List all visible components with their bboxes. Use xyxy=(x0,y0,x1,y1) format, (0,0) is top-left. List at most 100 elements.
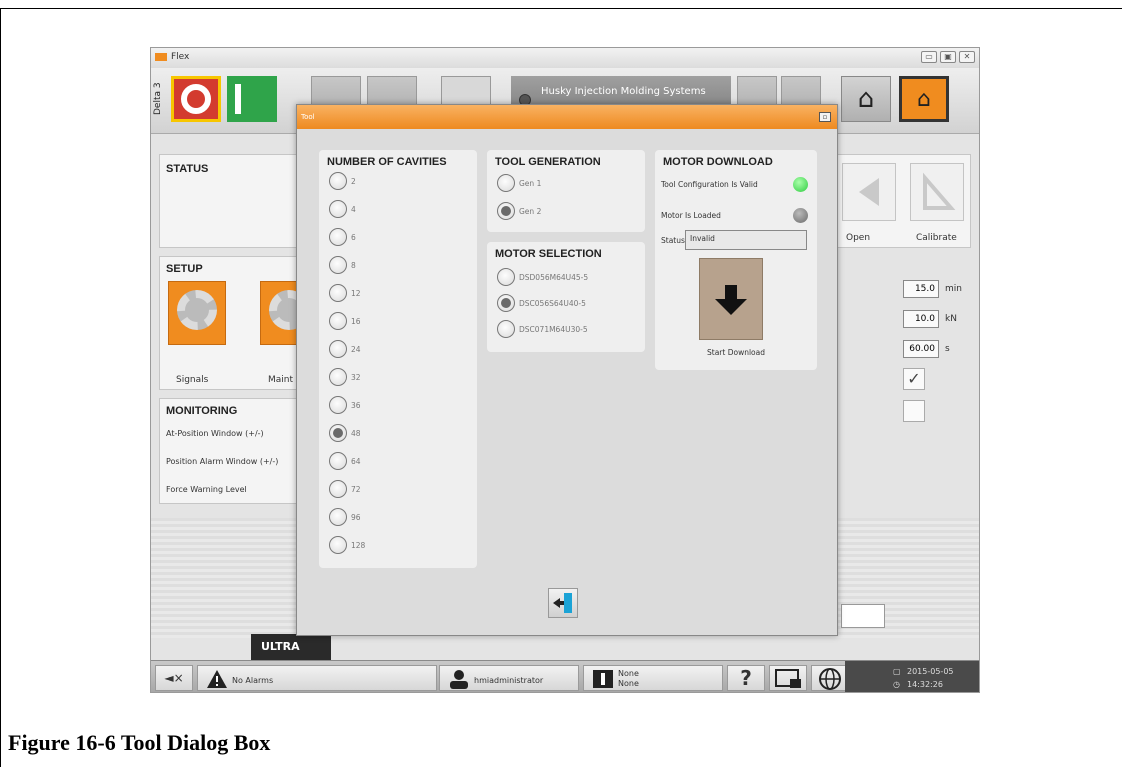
param-unit: kN xyxy=(945,314,957,324)
user-button[interactable]: hmiadministrator xyxy=(439,665,579,691)
radio-option[interactable]: 128 xyxy=(329,536,365,554)
cavity-label: 128 xyxy=(351,540,366,550)
open-button[interactable] xyxy=(842,163,896,221)
username: hmiadministrator xyxy=(474,676,544,685)
signals-tile[interactable] xyxy=(168,281,226,345)
radio-unselected[interactable] xyxy=(329,368,347,386)
radio-unselected[interactable] xyxy=(329,396,347,414)
radio-unselected[interactable] xyxy=(329,312,347,330)
calendar-icon: ▢ xyxy=(893,667,901,676)
power-off-icon xyxy=(181,84,211,114)
radio-selected[interactable] xyxy=(497,202,515,220)
radio-unselected[interactable] xyxy=(497,174,515,192)
monitoring-panel: MONITORING At-Position Window (+/-) Posi… xyxy=(159,398,299,504)
status-title: STATUS xyxy=(166,163,209,175)
dialog-close-button[interactable]: ▫ xyxy=(819,112,831,122)
enable-checkbox-unchecked[interactable] xyxy=(903,400,925,422)
close-icon: ▫ xyxy=(822,113,828,121)
radio-selected[interactable] xyxy=(329,424,347,442)
maint-label: Maint xyxy=(268,375,294,385)
radio-option[interactable]: Gen 2 xyxy=(497,202,541,220)
husky-text: Husky Injection Molding Systems xyxy=(541,86,706,97)
motor-download-section: MOTOR DOWNLOAD Tool Configuration Is Val… xyxy=(655,150,817,370)
time-value: 14:32:26 xyxy=(907,680,943,689)
radio-unselected[interactable] xyxy=(497,320,515,338)
config-valid-led-icon xyxy=(793,177,808,192)
radio-option[interactable]: 36 xyxy=(329,396,361,414)
stop-button[interactable] xyxy=(171,76,221,122)
motor-download-title: MOTOR DOWNLOAD xyxy=(663,156,773,168)
radio-unselected[interactable] xyxy=(329,200,347,218)
radio-unselected[interactable] xyxy=(329,284,347,302)
bottom-bar: ◄× No Alarms hmiadministrator None None … xyxy=(151,660,979,692)
radio-unselected[interactable] xyxy=(329,228,347,246)
figure-caption: Figure 16-6 Tool Dialog Box xyxy=(8,730,271,755)
radio-option[interactable]: 72 xyxy=(329,480,361,498)
mold-actions-panel: Open Calibrate xyxy=(833,154,971,248)
mute-button[interactable]: ◄× xyxy=(155,665,193,691)
radio-option[interactable]: 6 xyxy=(329,228,356,246)
window-title: Flex xyxy=(171,52,190,62)
home-icon: ⌂ xyxy=(857,84,875,114)
radio-option[interactable]: 8 xyxy=(329,256,356,274)
radio-option[interactable]: Gen 1 xyxy=(497,174,541,192)
radio-option[interactable]: 4 xyxy=(329,200,356,218)
radio-selected[interactable] xyxy=(497,294,515,312)
radio-option[interactable]: DSD056M64U45-5 xyxy=(497,268,588,286)
motor-label: DSC071M64U30-5 xyxy=(519,324,588,334)
motor-loaded-label: Motor Is Loaded xyxy=(661,211,721,220)
alarms-area[interactable]: No Alarms xyxy=(197,665,437,691)
radio-option[interactable]: 48 xyxy=(329,424,361,442)
home-button[interactable]: ⌂ xyxy=(841,76,891,122)
status-field: Invalid xyxy=(685,230,807,250)
screenshot-button[interactable] xyxy=(769,665,807,691)
param-input[interactable]: 15.0 xyxy=(903,280,939,298)
gear-icon xyxy=(177,290,217,330)
radio-option[interactable]: DSC056S64U40-5 xyxy=(497,294,586,312)
radio-unselected[interactable] xyxy=(329,536,347,554)
exit-dialog-button[interactable] xyxy=(548,588,578,618)
radio-option[interactable]: 12 xyxy=(329,284,361,302)
mold-id-button[interactable]: None None xyxy=(583,665,723,691)
cavity-label: 4 xyxy=(351,204,356,214)
mold-none-2: None xyxy=(618,679,639,688)
radio-option[interactable]: 96 xyxy=(329,508,361,526)
maximize-button[interactable]: ▣ xyxy=(940,51,956,63)
speaker-muted-icon: ◄× xyxy=(164,671,184,685)
generation-label: Gen 1 xyxy=(519,178,542,188)
cavity-label: 36 xyxy=(351,400,361,410)
radio-unselected[interactable] xyxy=(329,172,347,190)
radio-option[interactable]: 2 xyxy=(329,172,356,190)
cavity-label: 24 xyxy=(351,344,361,354)
start-download-button[interactable] xyxy=(699,258,763,340)
monitor-row: At-Position Window (+/-) xyxy=(166,429,264,438)
monitor-row: Position Alarm Window (+/-) xyxy=(166,457,279,466)
alarms-text: No Alarms xyxy=(232,676,274,685)
radio-unselected[interactable] xyxy=(329,452,347,470)
checkmark-icon: ✓ xyxy=(907,369,921,388)
ultra-button[interactable]: ULTRA xyxy=(251,634,331,660)
radio-unselected[interactable] xyxy=(329,256,347,274)
minimize-button[interactable]: ▭ xyxy=(921,51,937,63)
radio-option[interactable]: 16 xyxy=(329,312,361,330)
close-window-button[interactable]: ✕ xyxy=(959,51,975,63)
language-button[interactable] xyxy=(811,665,849,691)
calibrate-button[interactable] xyxy=(910,163,964,221)
enable-checkbox-checked[interactable]: ✓ xyxy=(903,368,925,390)
radio-unselected[interactable] xyxy=(329,340,347,358)
machine-view-button[interactable]: ⌂ xyxy=(899,76,949,122)
radio-option[interactable]: 24 xyxy=(329,340,361,358)
radio-option[interactable]: DSC071M64U30-5 xyxy=(497,320,588,338)
value-field[interactable] xyxy=(841,604,885,628)
power-on-icon xyxy=(235,84,241,114)
radio-unselected[interactable] xyxy=(497,268,515,286)
param-input[interactable]: 60.00 xyxy=(903,340,939,358)
start-button[interactable] xyxy=(227,76,277,122)
monitoring-title: MONITORING xyxy=(166,405,238,417)
param-input[interactable]: 10.0 xyxy=(903,310,939,328)
radio-option[interactable]: 64 xyxy=(329,452,361,470)
radio-option[interactable]: 32 xyxy=(329,368,361,386)
radio-unselected[interactable] xyxy=(329,508,347,526)
help-button[interactable]: ? xyxy=(727,665,765,691)
radio-unselected[interactable] xyxy=(329,480,347,498)
